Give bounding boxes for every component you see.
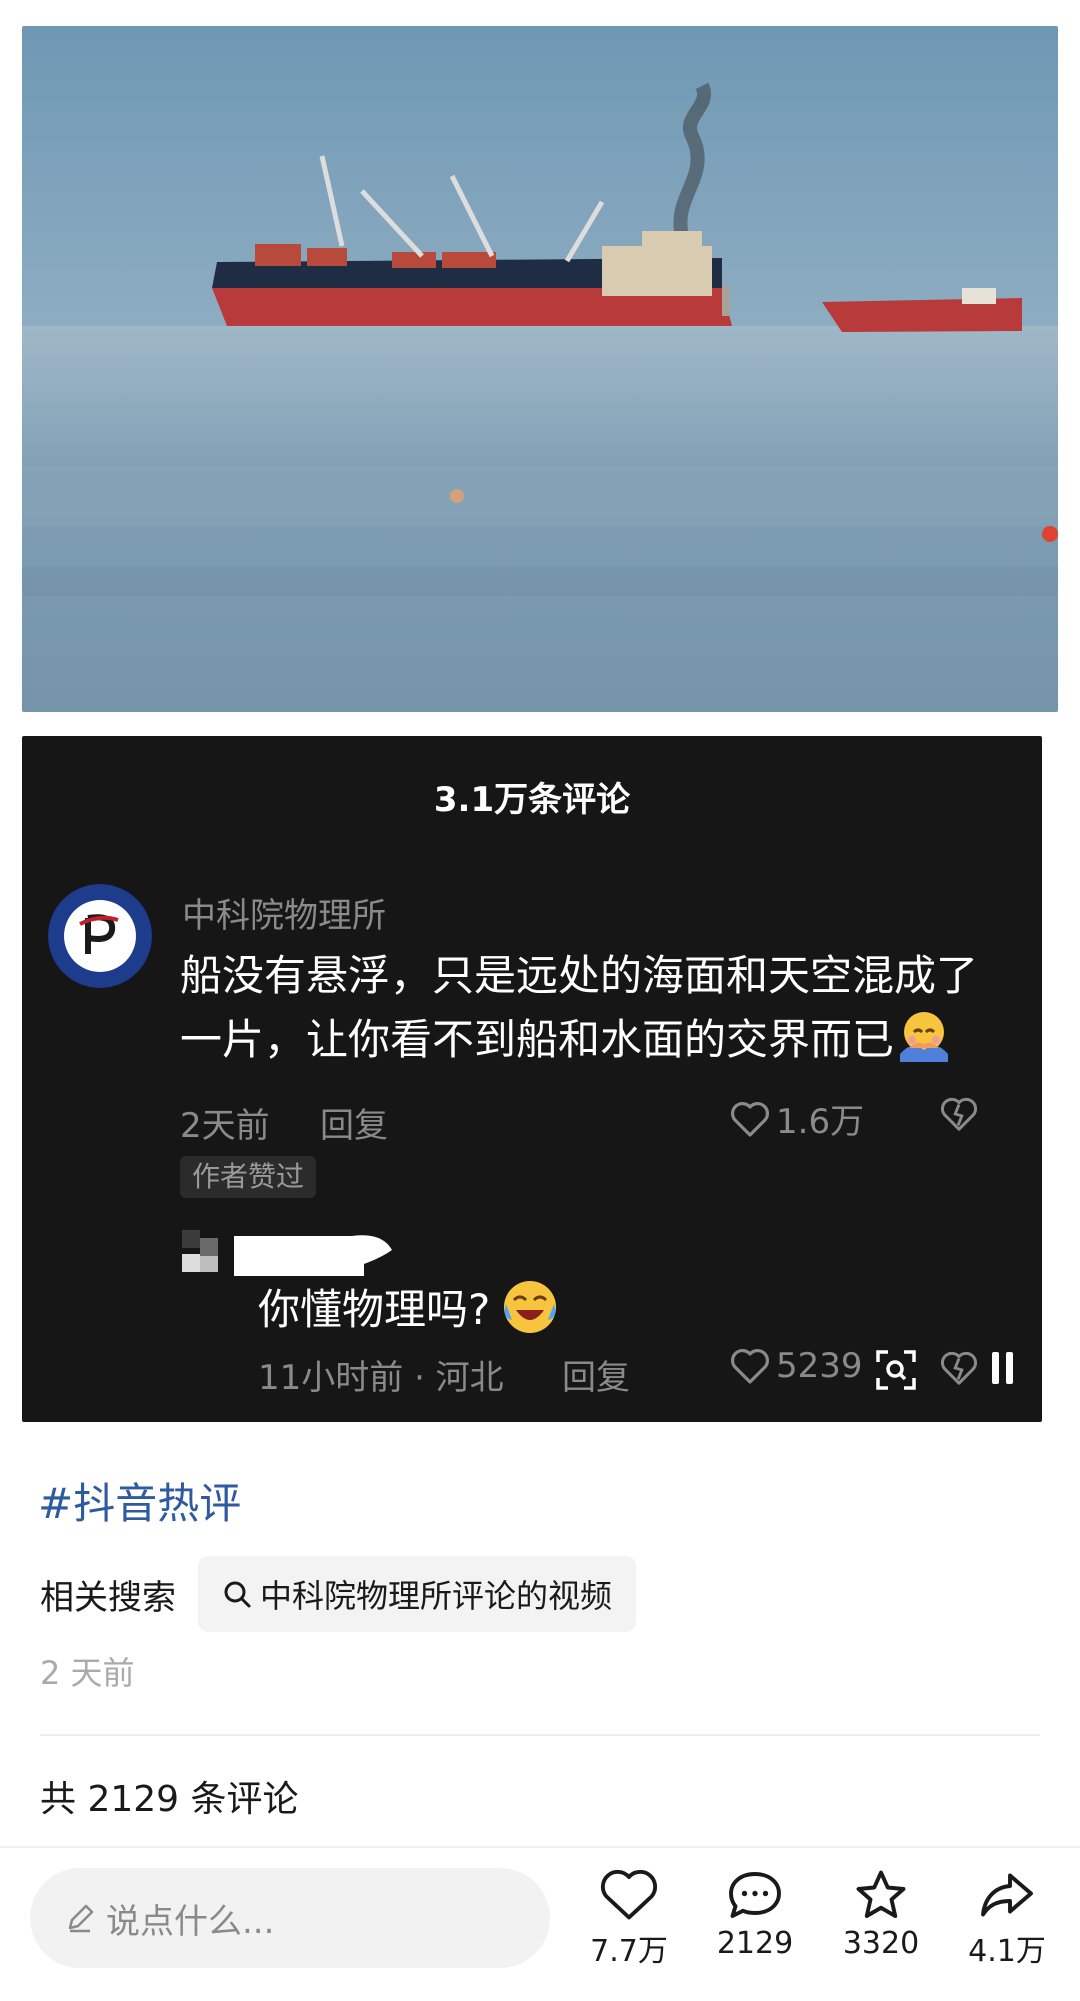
comment-panel-title: 3.1万条评论	[433, 780, 631, 820]
reply-comment: 你懂物理吗?	[258, 1276, 560, 1337]
reply-dislike-button[interactable]	[940, 1350, 978, 1390]
avatar[interactable]	[48, 884, 152, 988]
comment-line-1: 船没有悬浮，只是远处的海面和天空混成了	[180, 951, 979, 1000]
comment-count-heading: 共 2129 条评论	[40, 1779, 299, 1820]
related-search-query: 中科院物理所评论的视频	[260, 1577, 613, 1615]
comment-button[interactable]: 2129	[700, 1868, 810, 1961]
comment-like-count: 1.6万	[776, 1102, 865, 1142]
post-page: 3.1万条评论 中科院物理所 船没有悬浮，只是远处的海面和天空混成了 一片，让你…	[0, 0, 1080, 2001]
reply-time-location: 11小时前 · 河北	[258, 1358, 504, 1398]
bottom-bar-divider	[0, 1846, 1080, 1848]
zoom-scan-button[interactable]	[874, 1348, 918, 1396]
favorite-button[interactable]: 3320	[826, 1868, 936, 1961]
like-count: 7.7万	[590, 1934, 668, 1969]
star-icon	[856, 1870, 906, 1918]
institute-logo-icon	[48, 884, 152, 988]
comment-like-button[interactable]: 1.6万	[730, 1094, 864, 1143]
comment-bubble-icon	[729, 1872, 781, 1918]
search-icon	[224, 1581, 251, 1608]
divider	[40, 1734, 1040, 1736]
reply-like-button[interactable]: 5239	[730, 1346, 863, 1386]
scan-search-icon	[876, 1350, 916, 1390]
comment-dislike-button[interactable]	[940, 1096, 978, 1141]
ship-photo[interactable]	[22, 26, 1058, 712]
laugh-cry-emoji-icon	[504, 1280, 557, 1333]
pause-button[interactable]	[988, 1348, 1018, 1392]
comment-body: 船没有悬浮，只是远处的海面和天空混成了 一片，让你看不到船和水面的交界而已	[180, 944, 1020, 1072]
post-time: 2 天前	[40, 1654, 135, 1692]
related-search-label: 相关搜索	[40, 1577, 176, 1618]
reply-button[interactable]: 回复	[320, 1098, 388, 1147]
comment-screenshot-panel: 3.1万条评论 中科院物理所 船没有悬浮，只是远处的海面和天空混成了 一片，让你…	[22, 736, 1042, 1422]
heart-icon	[600, 1869, 658, 1920]
share-button[interactable]: 4.1万	[952, 1868, 1062, 1970]
pencil-icon	[68, 1904, 94, 1933]
heart-icon	[731, 1101, 769, 1137]
comment-line-2: 一片，让你看不到船和水面的交界而已	[180, 1008, 1020, 1072]
comment-time: 2天前	[180, 1106, 270, 1146]
broken-heart-icon	[940, 1097, 978, 1131]
pause-icon	[992, 1352, 1013, 1384]
related-search-row: 相关搜索 中科院物理所评论的视频	[40, 1556, 637, 1632]
heart-icon	[731, 1349, 769, 1384]
favorite-count: 3320	[842, 1926, 920, 1961]
hashtag-link[interactable]: #抖音热评	[38, 1470, 241, 1531]
like-button[interactable]: 7.7万	[574, 1868, 684, 1970]
commenter-name[interactable]: 中科院物理所	[182, 888, 386, 937]
comment-input[interactable]: 说点什么...	[30, 1868, 550, 1968]
broken-heart-icon	[940, 1351, 978, 1385]
reply-like-count: 5239	[776, 1346, 863, 1386]
comment-line-2-text: 一片，让你看不到船和水面的交界而已	[180, 1015, 895, 1064]
author-liked-badge: 作者赞过	[180, 1156, 317, 1198]
share-arrow-icon	[981, 1873, 1033, 1917]
hug-emoji-icon	[900, 1012, 949, 1062]
comment-count: 2129	[716, 1926, 794, 1961]
comment-input-placeholder: 说点什么...	[106, 1901, 275, 1942]
related-search-chip[interactable]: 中科院物理所评论的视频	[198, 1556, 637, 1632]
reply-reply-button[interactable]: 回复	[562, 1350, 630, 1399]
ship-photo-image	[22, 26, 1058, 712]
share-count: 4.1万	[968, 1934, 1046, 1969]
reply-comment-text: 你懂物理吗?	[258, 1285, 491, 1334]
